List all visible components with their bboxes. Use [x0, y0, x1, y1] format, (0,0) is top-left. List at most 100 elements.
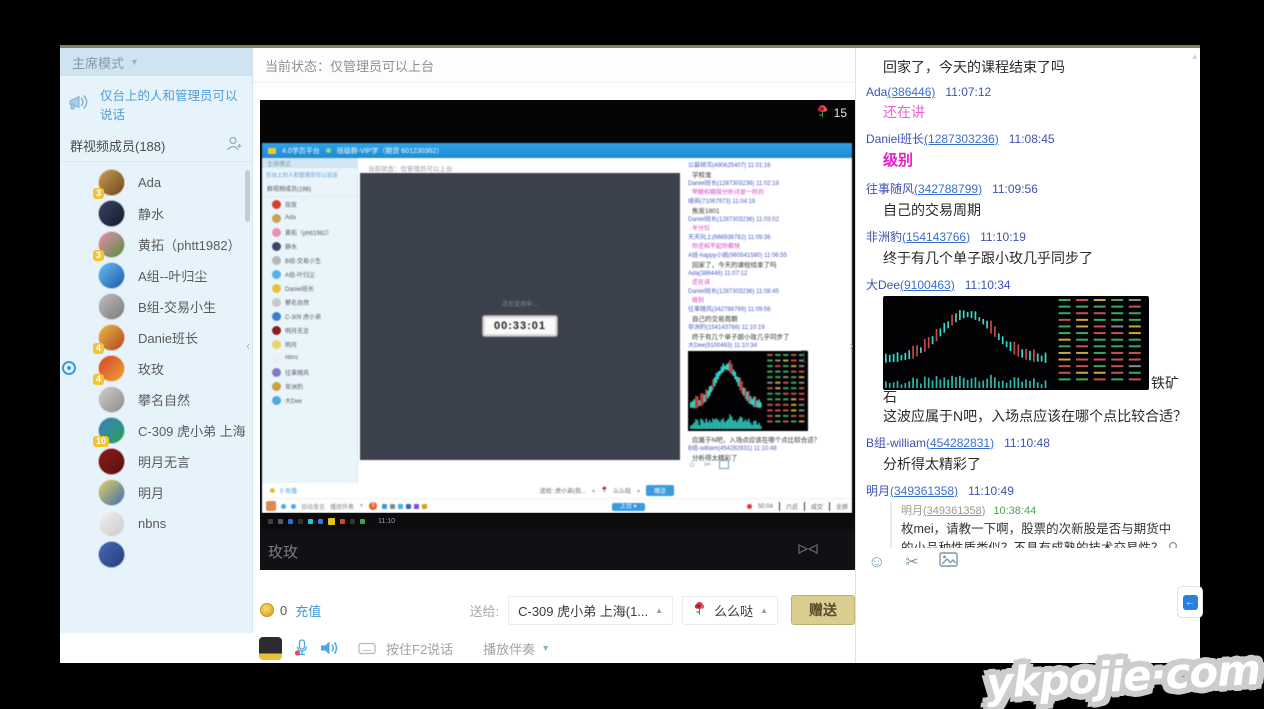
- chat-sender-id[interactable]: (154143766): [902, 230, 970, 244]
- gift-target-dropdown[interactable]: C-309 虎小弟 上海(1... ▲: [508, 596, 673, 625]
- member-row[interactable]: 明月无言: [60, 446, 252, 477]
- image-icon[interactable]: [939, 552, 958, 572]
- add-member-icon[interactable]: [224, 135, 242, 155]
- member-row[interactable]: 4Danie班长: [60, 322, 252, 353]
- gift-type-value: 么么哒: [714, 601, 753, 620]
- nested-mode-label: 主席模式: [267, 159, 291, 168]
- chat-sender-name: Ada: [866, 85, 887, 99]
- send-to-label: 送给:: [469, 601, 499, 620]
- quoted-time: 10:38:44: [993, 505, 1036, 517]
- gift-bar: 0 充值 送给: C-309 虎小弟 上海(1... ▲ 么么哒 ▲ 赠送: [260, 593, 855, 627]
- nested-member-name: 玫玫: [285, 200, 297, 209]
- self-avatar[interactable]: [259, 637, 282, 660]
- teamviewer-panel-icon[interactable]: ←: [1177, 586, 1203, 618]
- chairman-mode-selector[interactable]: 主席模式 ▼: [60, 48, 252, 76]
- taskbar-clock: 11:10: [378, 518, 395, 525]
- member-avatar: [98, 386, 125, 413]
- nested-tab: 全屏: [829, 502, 848, 511]
- member-row[interactable]: 10C-309 虎小弟 上海: [60, 415, 252, 446]
- keyboard-icon: [358, 642, 376, 655]
- nested-tabs: 50:04 六近成交全屏: [747, 502, 848, 511]
- members-count-label: 群视频成员(188): [70, 136, 165, 155]
- chat-message-time: 11:10:34: [965, 278, 1011, 292]
- member-name: 明月无言: [138, 452, 190, 471]
- nested-chat-line: Daniel班长(1287303236) 11:02:18: [688, 180, 852, 189]
- member-row[interactable]: B组-交易小生: [60, 291, 252, 322]
- chat-message-header: B组-william(454282831)11:10:48: [866, 434, 1188, 451]
- quoted-line: 枚mei，请教一下啊，股票的次新股是否与期货中: [901, 520, 1188, 539]
- gift-type-dropdown[interactable]: 么么哒 ▲: [682, 596, 778, 625]
- image-icon: [719, 460, 729, 469]
- smiley-icon: ☺: [688, 460, 696, 469]
- chat-message-time: 11:10:49: [968, 484, 1014, 498]
- nested-chat-line: 大Dee(9100463) 11:10:34: [688, 342, 852, 351]
- member-avatar: [98, 510, 125, 537]
- caret-down-icon[interactable]: ▼: [541, 643, 550, 653]
- chat-message-header: 往事随风(342788799)11:09:56: [866, 180, 1188, 197]
- speaker-icon: [291, 504, 296, 509]
- nested-app-icon: [422, 504, 427, 509]
- accompaniment-label[interactable]: 播放伴奏: [483, 639, 535, 658]
- emoji-icon[interactable]: ☺: [868, 552, 885, 572]
- nested-tab: 六近: [779, 502, 798, 511]
- member-row[interactable]: [60, 539, 252, 570]
- nested-member-row: 明月: [262, 337, 357, 351]
- recharge-link[interactable]: 充值: [295, 601, 321, 620]
- nested-member-name: 明月无言: [285, 326, 309, 335]
- member-row[interactable]: 4玫玫: [60, 353, 252, 384]
- member-row[interactable]: 明月: [60, 477, 252, 508]
- member-row[interactable]: 3Ada: [60, 167, 252, 198]
- caret-down-icon: ▼: [359, 503, 364, 509]
- nested-member-name: 攀名自然: [285, 298, 309, 307]
- nested-app-icon: [390, 504, 395, 509]
- taskbar-icon: [318, 519, 323, 524]
- member-row[interactable]: 攀名自然: [60, 384, 252, 415]
- chat-message-header: 非洲豹(154143766)11:10:19: [866, 228, 1188, 245]
- member-row[interactable]: 静水: [60, 198, 252, 229]
- quoted-sender: 明月: [901, 505, 923, 517]
- nested-control-bar: 自动发言 播放伴奏 ▼ S 上台 ▾ 50:04 六近成交全屏: [262, 498, 852, 513]
- presenter-bar: 玫玫: [260, 529, 855, 570]
- chat-toolbar: ☺ ✂: [868, 552, 958, 572]
- nested-chat-line: 半分位: [688, 225, 852, 234]
- shared-taskbar: 11:10: [260, 513, 855, 529]
- mic-muted-icon[interactable]: [294, 639, 310, 657]
- nested-chat-line: 甲醇和期现分析详是一样的: [688, 189, 852, 198]
- nested-chat-line: 学校准: [688, 171, 852, 180]
- coin-icon: [260, 603, 274, 617]
- member-row[interactable]: A组--叶归尘: [60, 260, 252, 291]
- nested-chat-line: 天天向上(666936782) 11:09:36: [688, 234, 852, 243]
- member-row[interactable]: nbns: [60, 508, 252, 539]
- collapse-sidebar-icon[interactable]: ‹: [246, 338, 250, 353]
- member-avatar: [98, 448, 125, 475]
- chat-sender-name: 大Dee: [866, 278, 900, 292]
- nested-member-row: nbns: [262, 351, 357, 365]
- collapse-chat-icon[interactable]: ›: [849, 338, 853, 353]
- member-name: 明月: [138, 483, 164, 502]
- nested-member-row: B组-交易小生: [262, 253, 357, 267]
- send-gift-button[interactable]: 赠送: [791, 595, 855, 625]
- chat-sender-id[interactable]: (342788799): [914, 182, 982, 196]
- quoted-sender-id[interactable]: (349361358): [923, 505, 985, 517]
- chat-sender-id[interactable]: (454282831): [926, 436, 994, 450]
- magnifier-icon[interactable]: [1168, 541, 1181, 548]
- screenshot-scissors-icon[interactable]: ✂: [905, 552, 918, 572]
- taskbar-icon: [340, 519, 345, 524]
- stage-column: 当前状态：仅管理员可以上台 15 4.0学员平台 班级群-VIP学（期货 601…: [253, 48, 855, 633]
- nested-folder-icon: [268, 148, 276, 154]
- chat-sender-id[interactable]: (349361358): [890, 484, 958, 498]
- nested-member-row: 明月无言: [262, 323, 357, 337]
- chat-sender-id[interactable]: (386446): [887, 85, 935, 99]
- chat-message-text: 还在讲: [866, 102, 1188, 123]
- nested-chat-line: B组-william(454282831) 11:10:48: [688, 445, 852, 454]
- nested-member-avatar: [272, 298, 281, 307]
- chat-sender-id[interactable]: (1287303236): [924, 132, 999, 146]
- text-cursor: [800, 350, 808, 368]
- member-row[interactable]: 3黄拓（phtt1982）: [60, 229, 252, 260]
- nested-location-icon: [326, 148, 331, 153]
- chat-sender-id[interactable]: (9100463): [900, 278, 955, 292]
- nested-chat-line: 回家了，今天的课程结束了吗: [688, 261, 852, 270]
- chat-message-time: 11:09:56: [992, 182, 1038, 196]
- nested-member-row: Daniel班长: [262, 281, 357, 295]
- speaker-icon[interactable]: [320, 640, 340, 656]
